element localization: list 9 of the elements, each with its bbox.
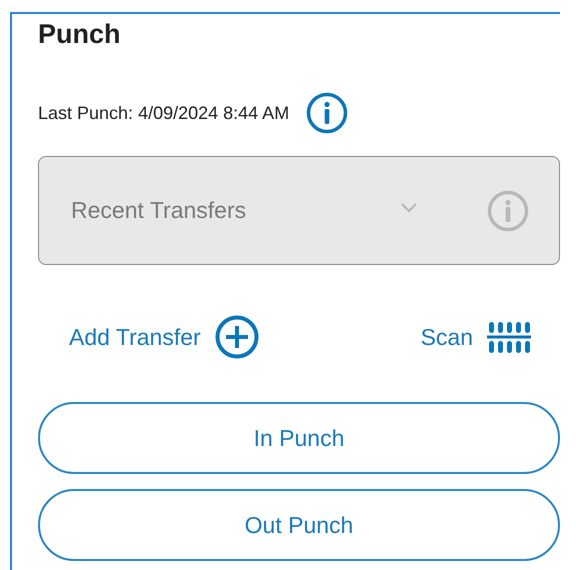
link[interactable]: Scan	[420, 324, 473, 350]
plus-circle-icon[interactable]	[214, 315, 259, 359]
punch-button[interactable]: Out Punch	[38, 489, 560, 561]
barcode-icon[interactable]	[487, 320, 531, 354]
panel-title: Punch	[38, 18, 122, 50]
link[interactable]: Add Transfer	[69, 324, 201, 350]
info-icon[interactable]	[306, 92, 348, 134]
last-punch-text: Last Punch: 4/09/2024 8:44 AM	[38, 102, 290, 124]
punch-button[interactable]: In Punch	[38, 402, 560, 474]
